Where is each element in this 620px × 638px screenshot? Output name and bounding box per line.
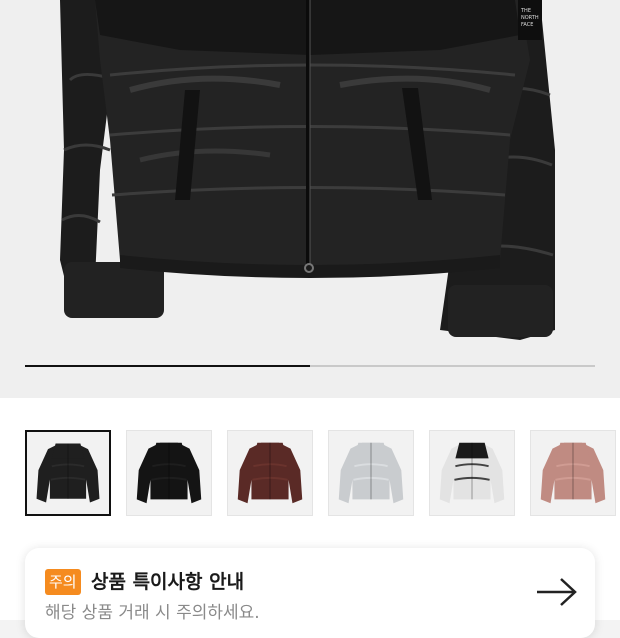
jacket-thumbnail-icon [136,442,202,504]
product-image-carousel[interactable]: THE NORTH FACE [0,0,620,398]
svg-text:FACE: FACE [521,22,533,28]
notice-title: 상품 특이사항 안내 [91,571,245,593]
jacket-thumbnail-icon [338,442,404,504]
thumbnail-black-matte[interactable] [126,430,212,516]
jacket-image: THE NORTH FACE [60,0,555,340]
thumbnail-brown[interactable] [227,430,313,516]
product-notice-card[interactable]: 주의 상품 특이사항 안내 해당 상품 거래 시 주의하세요. [25,548,595,638]
thumbnail-silver[interactable] [328,430,414,516]
jacket-thumbnail-icon [36,443,100,503]
thumbnail-black-glossy[interactable] [25,430,111,516]
thumbnail-strip: 주의 상품 특이사항 안내 해당 상품 거래 시 주의하세요. [0,398,620,638]
arrow-right-icon[interactable] [535,576,579,608]
warning-badge: 주의 [45,569,81,595]
svg-text:THE: THE [520,8,531,14]
carousel-progress-fill [25,365,310,367]
jacket-thumbnail-icon [439,442,505,504]
carousel-progress-track [25,365,595,367]
jacket-thumbnail-icon [237,442,303,504]
jacket-thumbnail-icon [540,442,606,504]
thumbnail-pink[interactable] [530,430,616,516]
thumbnail-white-black[interactable] [429,430,515,516]
svg-text:NORTH: NORTH [521,15,539,21]
notice-subtitle: 해당 상품 거래 시 주의하세요. [45,603,260,623]
